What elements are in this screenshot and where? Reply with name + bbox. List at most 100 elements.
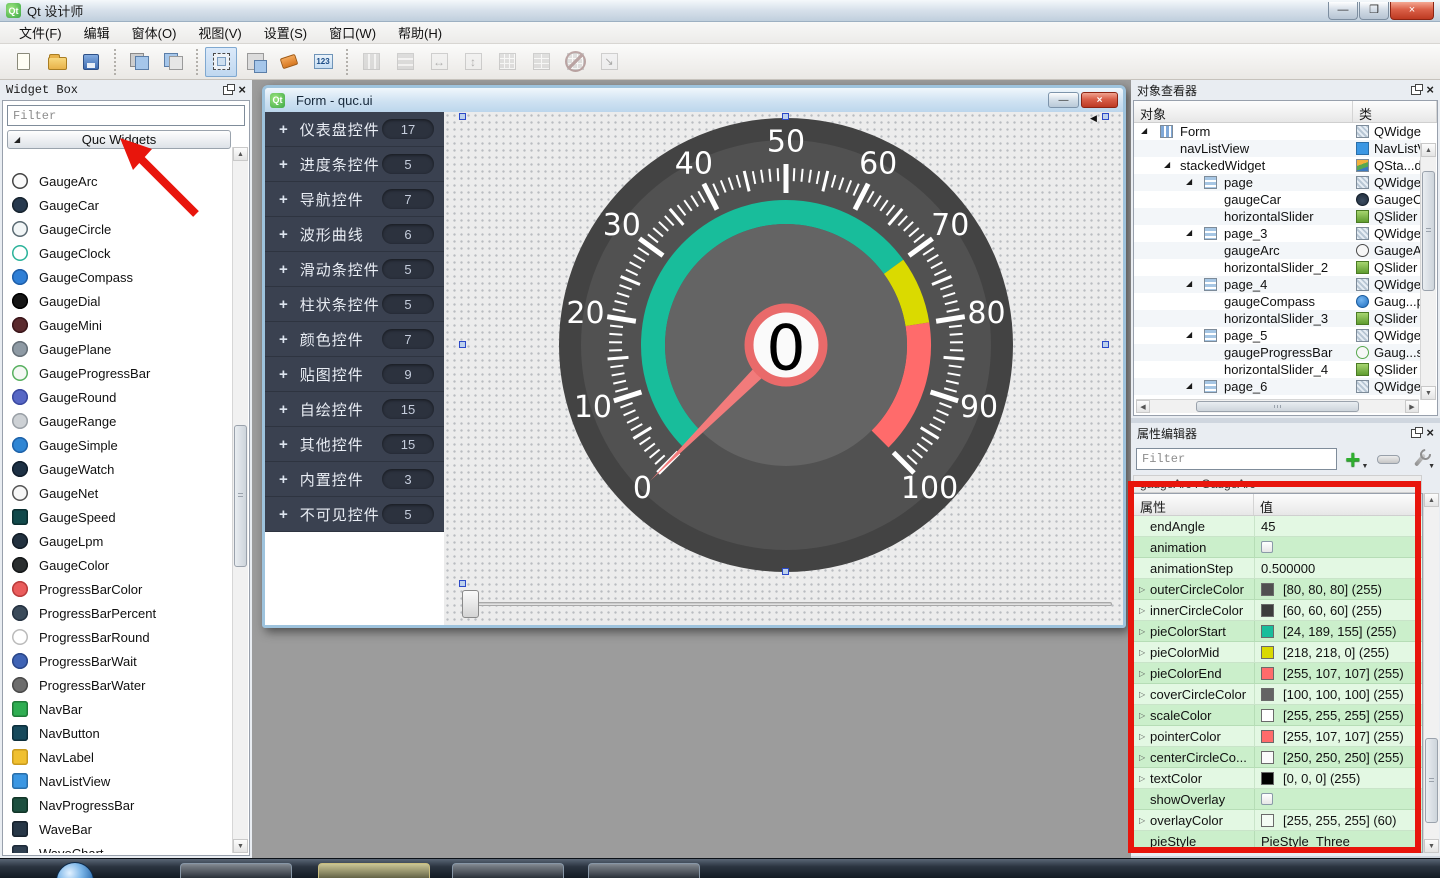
horizontal-slider-groove[interactable] [476, 602, 1112, 606]
tree-expand-icon[interactable]: ◢ [1186, 280, 1192, 288]
widget-box-item-GaugeLpm[interactable]: GaugeLpm [3, 529, 232, 553]
scroll-up-icon[interactable]: ▲ [1421, 143, 1436, 157]
taskbar-app-button[interactable] [180, 863, 292, 878]
raise-widget-button[interactable] [123, 47, 155, 77]
widget-box-item-GaugeProgressBar[interactable]: GaugeProgressBar [3, 361, 232, 385]
remove-property-button[interactable] [1377, 455, 1399, 464]
start-button[interactable] [56, 862, 94, 878]
column-header-object[interactable]: 对象 [1134, 101, 1353, 122]
expand-arrow-icon[interactable]: ▷ [1134, 606, 1150, 615]
property-row-animation[interactable]: animation [1134, 537, 1422, 558]
scrollbar-thumb[interactable] [1425, 738, 1438, 823]
object-row-gaugeCompass[interactable]: gaugeCompassGaug...p [1134, 293, 1421, 310]
object-row-page_6[interactable]: ◢page_6QWidge [1134, 378, 1421, 395]
tree-expand-icon[interactable]: ◢ [1186, 382, 1192, 390]
widget-box-item-GaugeClock[interactable]: GaugeClock [3, 241, 232, 265]
widget-box-item-GaugeCar[interactable]: GaugeCar [3, 193, 232, 217]
expand-arrow-icon[interactable]: ▷ [1134, 711, 1150, 720]
nav-item-4[interactable]: +滑动条控件5 [265, 252, 444, 287]
property-row-overlayColor[interactable]: ▷overlayColor[255, 255, 255] (60) [1134, 810, 1422, 831]
selection-handle[interactable] [459, 580, 466, 587]
widget-box-item-WaveBar[interactable]: WaveBar [3, 817, 232, 841]
object-row-page[interactable]: ◢pageQWidge [1134, 174, 1421, 191]
close-panel-icon[interactable]: × [1426, 427, 1434, 440]
minimize-button[interactable]: — [1328, 2, 1358, 20]
property-value-cell[interactable] [1254, 537, 1422, 557]
property-row-outerCircleColor[interactable]: ▷outerCircleColor[80, 80, 80] (255) [1134, 579, 1422, 600]
configure-icon[interactable] [1410, 450, 1427, 468]
tree-expand-icon[interactable]: ◢ [1186, 331, 1192, 339]
tree-expand-icon[interactable]: ◢ [1186, 229, 1192, 237]
scrollbar-thumb[interactable] [234, 425, 247, 567]
chevron-down-icon[interactable]: ▼ [1361, 463, 1368, 470]
add-property-button[interactable]: + [1345, 449, 1360, 470]
nav-item-3[interactable]: +波形曲线6 [265, 217, 444, 252]
property-value-cell[interactable]: [0, 0, 0] (255) [1254, 768, 1422, 788]
menu-item-5[interactable]: 窗口(W) [318, 21, 387, 44]
property-row-pieColorEnd[interactable]: ▷pieColorEnd[255, 107, 107] (255) [1134, 663, 1422, 684]
widget-box-item-NavLabel[interactable]: NavLabel [3, 745, 232, 769]
property-row-showOverlay[interactable]: showOverlay [1134, 789, 1422, 810]
widget-box-item-GaugeRound[interactable]: GaugeRound [3, 385, 232, 409]
widget-box-item-ProgressBarPercent[interactable]: ProgressBarPercent [3, 601, 232, 625]
tree-expand-icon[interactable]: ◢ [1164, 161, 1170, 169]
widget-box-item-ProgressBarRound[interactable]: ProgressBarRound [3, 625, 232, 649]
float-panel-icon[interactable] [223, 86, 233, 95]
property-value-cell[interactable]: [255, 255, 255] (60) [1254, 810, 1422, 830]
widget-box-item-GaugePlane[interactable]: GaugePlane [3, 337, 232, 361]
widget-section-header[interactable]: ◢ Quc Widgets [7, 130, 231, 149]
selection-handle[interactable] [459, 113, 466, 120]
object-row-page_4[interactable]: ◢page_4QWidge [1134, 276, 1421, 293]
property-value-cell[interactable]: [60, 60, 60] (255) [1254, 600, 1422, 620]
widget-box-item-NavBar[interactable]: NavBar [3, 697, 232, 721]
expand-arrow-icon[interactable]: ▷ [1134, 648, 1150, 657]
object-row-gaugeProgressBar[interactable]: gaugeProgressBarGaug...s [1134, 344, 1421, 361]
scroll-down-icon[interactable]: ▼ [1421, 386, 1436, 400]
checkbox[interactable] [1261, 541, 1273, 553]
menu-item-3[interactable]: 视图(V) [187, 21, 252, 44]
property-row-animationStep[interactable]: animationStep0.500000 [1134, 558, 1422, 579]
nav-item-6[interactable]: +颜色控件7 [265, 322, 444, 357]
close-panel-icon[interactable]: × [1426, 84, 1434, 97]
tree-expand-icon[interactable]: ◢ [1186, 178, 1192, 186]
property-row-textColor[interactable]: ▷textColor[0, 0, 0] (255) [1134, 768, 1422, 789]
widget-box-item-NavProgressBar[interactable]: NavProgressBar [3, 793, 232, 817]
selection-handle[interactable] [1102, 341, 1109, 348]
form-minimize-button[interactable]: — [1048, 92, 1079, 108]
widget-box-item-GaugeCompass[interactable]: GaugeCompass [3, 265, 232, 289]
property-value-cell[interactable]: 0.500000 [1254, 558, 1422, 578]
expand-arrow-icon[interactable]: ▷ [1134, 585, 1150, 594]
nav-item-0[interactable]: +仪表盘控件17 [265, 112, 444, 147]
nav-item-5[interactable]: +柱状条控件5 [265, 287, 444, 322]
scroll-down-icon[interactable]: ▼ [1424, 839, 1439, 853]
horizontal-slider-handle[interactable] [462, 590, 479, 618]
widget-box-item-ProgressBarColor[interactable]: ProgressBarColor [3, 577, 232, 601]
widget-box-item-GaugeArc[interactable]: GaugeArc [3, 169, 232, 193]
property-value-cell[interactable]: [100, 100, 100] (255) [1254, 684, 1422, 704]
widget-box-item-NavListView[interactable]: NavListView [3, 769, 232, 793]
expand-arrow-icon[interactable]: ▷ [1134, 690, 1150, 699]
widget-list-scrollbar[interactable]: ▲ ▼ [232, 147, 248, 853]
expand-arrow-icon[interactable]: ▷ [1134, 816, 1150, 825]
property-value-cell[interactable]: 45 [1254, 516, 1422, 536]
object-tree-hscrollbar[interactable]: ◀ ▶ [1136, 399, 1419, 413]
property-value-cell[interactable]: [255, 107, 107] (255) [1254, 663, 1422, 683]
widget-box-item-ProgressBarWater[interactable]: ProgressBarWater [3, 673, 232, 697]
object-row-horizontalSlider_4[interactable]: horizontalSlider_4QSlider [1134, 361, 1421, 378]
property-row-endAngle[interactable]: endAngle45 [1134, 516, 1422, 537]
selection-handle[interactable] [782, 113, 789, 120]
selection-handle[interactable] [1102, 113, 1109, 120]
scroll-up-icon[interactable]: ▲ [1424, 493, 1439, 507]
column-header-value[interactable]: 值 [1254, 494, 1422, 515]
taskbar-app-button[interactable] [452, 863, 564, 878]
nav-item-8[interactable]: +自绘控件15 [265, 392, 444, 427]
float-panel-icon[interactable] [1411, 86, 1421, 95]
widget-box-item-NavButton[interactable]: NavButton [3, 721, 232, 745]
scrollbar-thumb[interactable] [1422, 171, 1435, 291]
property-row-pointerColor[interactable]: ▷pointerColor[255, 107, 107] (255) [1134, 726, 1422, 747]
widget-filter-input[interactable] [7, 105, 245, 126]
widget-box-item-ProgressBarWait[interactable]: ProgressBarWait [3, 649, 232, 673]
nav-item-7[interactable]: +贴图控件9 [265, 357, 444, 392]
tree-expand-icon[interactable]: ◢ [1141, 127, 1147, 135]
scroll-down-icon[interactable]: ▼ [233, 839, 248, 853]
